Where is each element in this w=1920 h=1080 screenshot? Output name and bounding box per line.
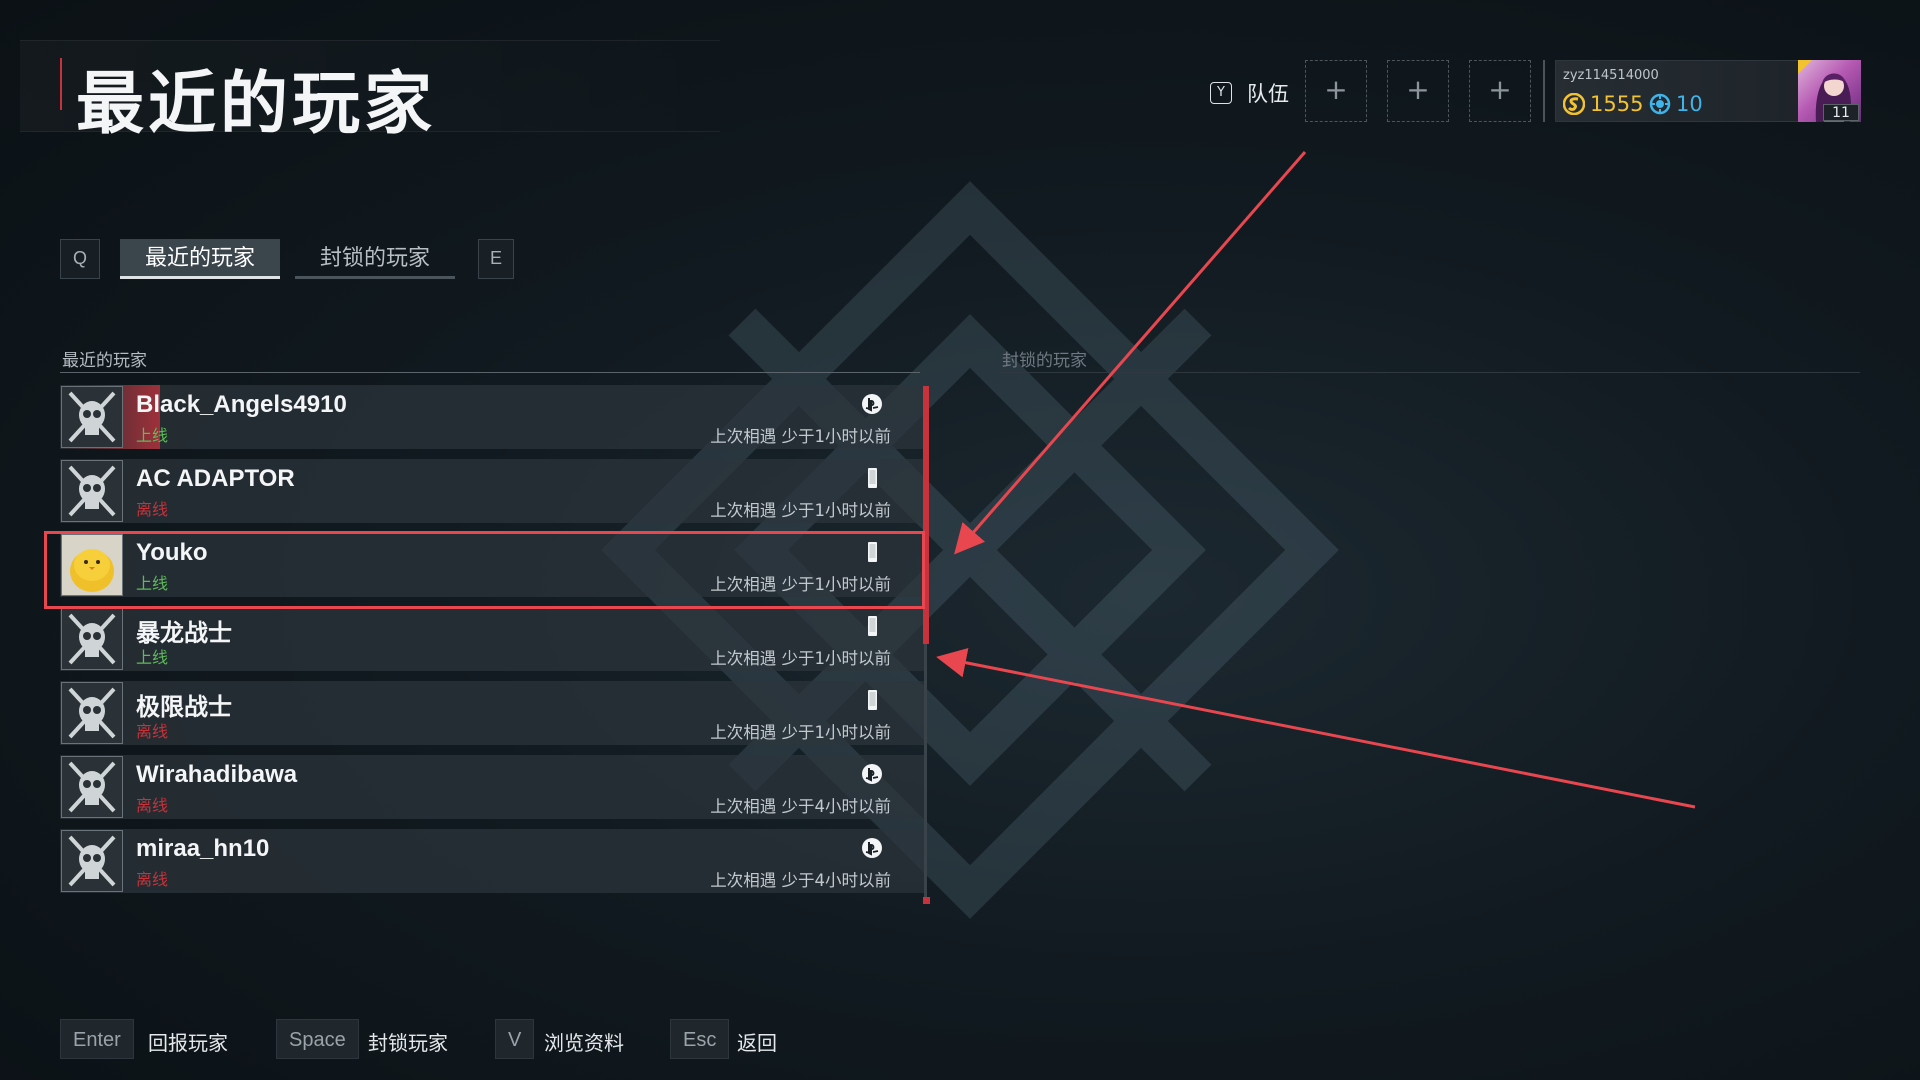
player-row[interactable]: Youko 上线 上次相遇 少于1小时以前 <box>60 533 926 597</box>
mobile-icon <box>868 468 877 488</box>
view-profile-label[interactable]: 浏览资料 <box>544 1027 624 1056</box>
last-met-text: 上次相遇 少于1小时以前 <box>710 427 891 446</box>
player-row[interactable]: miraa_hn10 离线 上次相遇 少于4小时以前 <box>60 829 926 893</box>
player-row[interactable]: 暴龙战士 上线 上次相遇 少于1小时以前 <box>60 607 926 671</box>
last-met-text: 上次相遇 少于1小时以前 <box>710 649 891 668</box>
player-name: 极限战士 <box>136 694 232 721</box>
player-name: 暴龙战士 <box>136 620 232 647</box>
chick-avatar-icon <box>61 534 123 596</box>
skull-avatar-icon <box>61 756 123 818</box>
player-status: 离线 <box>136 796 169 815</box>
player-name: AC ADAPTOR <box>136 465 295 492</box>
enter-key-hint[interactable]: Enter <box>60 1019 134 1059</box>
last-met-text: 上次相遇 少于1小时以前 <box>710 575 891 594</box>
back-label[interactable]: 返回 <box>737 1027 777 1056</box>
ticket-amount: 10 <box>1676 92 1703 116</box>
list-scrollbar-thumb[interactable] <box>923 386 929 644</box>
ticket-icon <box>1649 93 1671 115</box>
mobile-icon <box>868 542 877 562</box>
player-name: Youko <box>136 539 208 566</box>
skull-avatar-icon <box>61 608 123 670</box>
team-slot-3[interactable]: + <box>1469 60 1531 122</box>
tab-next-key[interactable]: E <box>478 239 514 279</box>
player-status: 离线 <box>136 722 169 741</box>
last-met-text: 上次相遇 少于1小时以前 <box>710 501 891 520</box>
level-badge: 11 <box>1823 104 1859 121</box>
esc-key-hint[interactable]: Esc <box>670 1019 730 1059</box>
mobile-icon <box>868 616 877 636</box>
player-row[interactable]: 极限战士 离线 上次相遇 少于1小时以前 <box>60 681 926 745</box>
recent-section-divider <box>60 372 920 373</box>
playstation-icon <box>862 838 882 858</box>
last-met-text: 上次相遇 少于4小时以前 <box>710 797 891 816</box>
tab-recent-players[interactable]: 最近的玩家 <box>120 239 280 279</box>
profile-username: zyz114514000 <box>1563 68 1659 83</box>
space-key-hint[interactable]: Space <box>276 1019 359 1059</box>
mobile-icon <box>868 690 877 710</box>
blocked-section-divider <box>1000 372 1860 373</box>
playstation-icon <box>862 764 882 784</box>
playstation-icon <box>862 394 882 414</box>
skull-avatar-icon <box>61 386 123 448</box>
skull-avatar-icon <box>61 830 123 892</box>
v-key-hint[interactable]: V <box>495 1019 535 1059</box>
report-player-label[interactable]: 回报玩家 <box>148 1027 228 1056</box>
block-player-label[interactable]: 封锁玩家 <box>368 1027 448 1056</box>
list-scrollbar-end <box>923 897 930 904</box>
coin-amount: 1555 <box>1590 92 1644 116</box>
player-name: miraa_hn10 <box>136 835 270 862</box>
player-status: 离线 <box>136 500 169 519</box>
team-key-hint: Y <box>1210 82 1232 104</box>
header-divider <box>1543 60 1545 122</box>
team-slot-1[interactable]: + <box>1305 60 1367 122</box>
player-name: Black_Angels4910 <box>136 391 347 418</box>
team-label[interactable]: 队伍 <box>1247 78 1289 108</box>
skull-avatar-icon <box>61 460 123 522</box>
player-status: 上线 <box>136 648 169 667</box>
last-met-text: 上次相遇 少于4小时以前 <box>710 871 891 890</box>
currency-coin-icon <box>1563 93 1585 115</box>
tab-prev-key[interactable]: Q <box>60 239 100 279</box>
player-status: 上线 <box>136 426 169 445</box>
recent-section-title: 最近的玩家 <box>62 351 147 371</box>
title-accent <box>60 58 62 110</box>
annotation-arrow-2 <box>936 647 1696 809</box>
player-row[interactable]: Black_Angels4910 上线 上次相遇 少于1小时以前 <box>60 385 926 449</box>
player-row[interactable]: Wirahadibawa 离线 上次相遇 少于4小时以前 <box>60 755 926 819</box>
last-met-text: 上次相遇 少于1小时以前 <box>710 723 891 742</box>
skull-avatar-icon <box>61 682 123 744</box>
blocked-section-title: 封锁的玩家 <box>1002 351 1087 371</box>
player-status: 离线 <box>136 870 169 889</box>
page-title: 最近的玩家 <box>76 65 437 144</box>
tab-blocked-players[interactable]: 封锁的玩家 <box>295 239 455 279</box>
team-slot-2[interactable]: + <box>1387 60 1449 122</box>
player-row[interactable]: AC ADAPTOR 离线 上次相遇 少于1小时以前 <box>60 459 926 523</box>
player-name: Wirahadibawa <box>136 761 298 788</box>
player-status: 上线 <box>136 574 169 593</box>
